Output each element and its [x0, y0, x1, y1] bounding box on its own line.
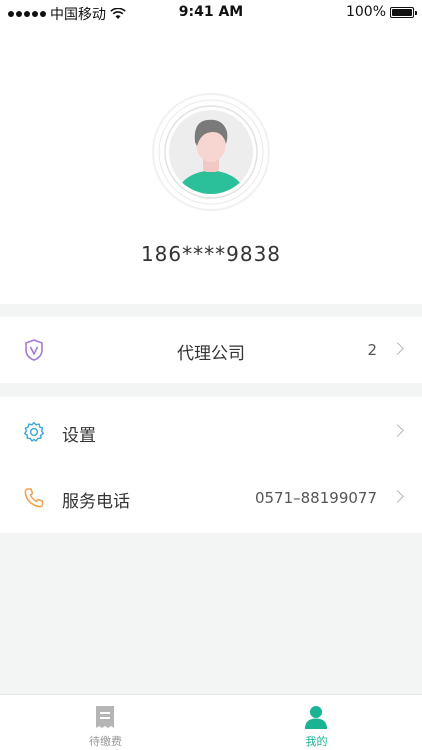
service-phone-row[interactable]: 服务电话 0571–88199077 — [0, 465, 422, 531]
agency-count: 2 — [367, 341, 377, 359]
gear-icon — [24, 421, 44, 442]
user-icon — [305, 706, 327, 729]
tab-pending-payment[interactable]: 待缴费 — [0, 695, 211, 750]
service-label: 服务电话 — [62, 492, 130, 512]
settings-label: 设置 — [62, 426, 96, 446]
menu-card: 设置 服务电话 0571–88199077 — [0, 397, 422, 533]
settings-row[interactable]: 设置 — [0, 399, 422, 465]
chevron-right-icon — [391, 424, 404, 437]
profile-header: 186****9838 — [0, 24, 422, 304]
agency-row[interactable]: 代理公司 2 — [0, 317, 422, 383]
tab-mine[interactable]: 我的 — [211, 695, 422, 750]
battery-percent: 100% — [345, 4, 386, 20]
agency-label: 代理公司 — [177, 344, 245, 364]
status-right: 100% — [345, 4, 417, 20]
tab-label: 待缴费 — [89, 735, 122, 748]
avatar[interactable] — [151, 92, 271, 212]
agency-card: 代理公司 2 — [0, 317, 422, 383]
status-bar: 中国移动 9:41 AM 100% — [0, 0, 422, 24]
user-phone-number: 186****9838 — [140, 242, 282, 266]
tab-label: 我的 — [305, 735, 328, 748]
avatar-icon — [152, 93, 270, 211]
tab-bar: 待缴费 我的 — [0, 694, 422, 750]
phone-icon — [24, 488, 44, 508]
chevron-right-icon — [391, 490, 404, 503]
battery-icon — [390, 6, 417, 18]
battery-fill — [392, 8, 412, 16]
receipt-icon — [96, 706, 114, 728]
service-phone-number: 0571–88199077 — [254, 489, 377, 507]
